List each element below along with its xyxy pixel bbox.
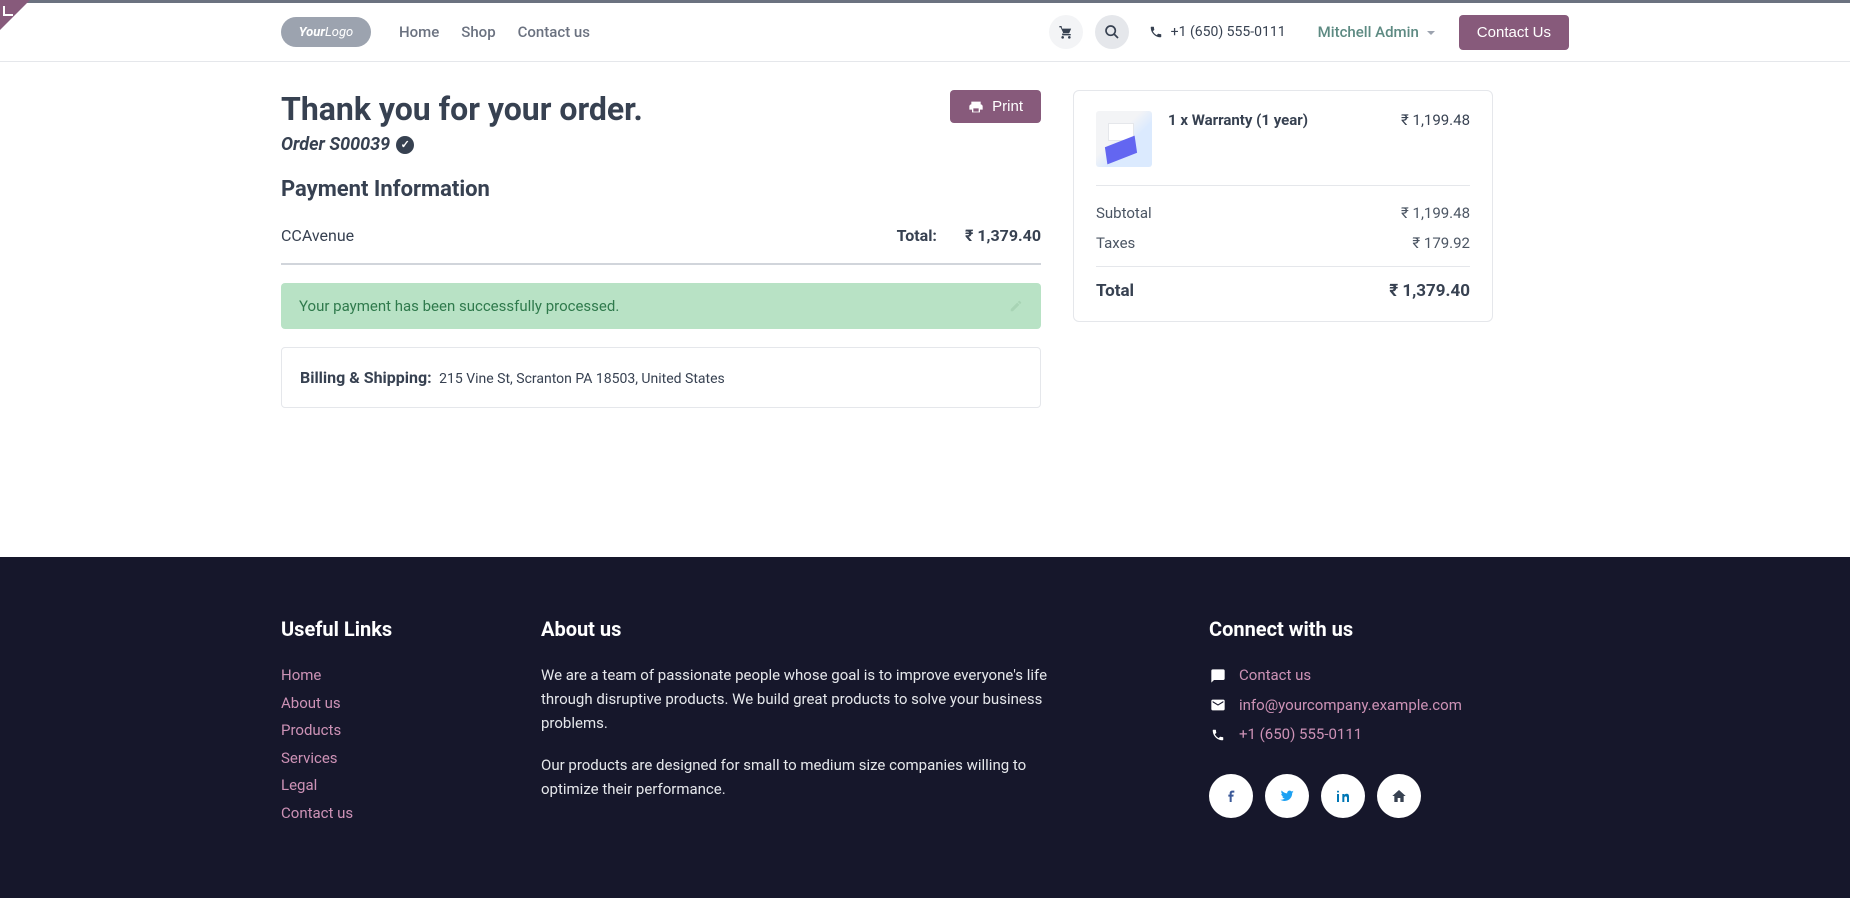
item-name: 1 x Warranty (1 year) — [1168, 111, 1385, 129]
item-thumbnail — [1096, 111, 1152, 167]
home-icon[interactable] — [1377, 774, 1421, 818]
about-paragraph-2: Our products are designed for small to m… — [541, 753, 1061, 801]
order-number: Order S00039 ✓ — [281, 134, 643, 155]
footer-phone[interactable]: +1 (650) 555-0111 — [1239, 722, 1362, 748]
payment-total-label: Total: — [897, 226, 937, 245]
subtotal-value: ₹ 1,199.48 — [1401, 204, 1470, 222]
order-item: 1 x Warranty (1 year) ₹ 1,199.48 — [1096, 111, 1470, 186]
search-icon[interactable] — [1095, 15, 1129, 49]
linkedin-icon[interactable] — [1321, 774, 1365, 818]
success-alert: Your payment has been successfully proce… — [281, 283, 1041, 329]
about-paragraph-1: We are a team of passionate people whose… — [541, 663, 1061, 735]
shipping-label: Billing & Shipping: — [300, 368, 432, 387]
taxes-line: Taxes ₹ 179.92 — [1096, 228, 1470, 258]
footer-link-services[interactable]: Services — [281, 749, 338, 767]
item-price: ₹ 1,199.48 — [1401, 111, 1470, 129]
nav-link-contact[interactable]: Contact us — [518, 23, 590, 41]
cart-icon[interactable] — [1049, 15, 1083, 49]
chevron-down-icon — [1423, 23, 1435, 41]
success-message: Your payment has been successfully proce… — [299, 297, 619, 315]
facebook-icon[interactable] — [1209, 774, 1253, 818]
footer-connect-heading: Connect with us — [1209, 617, 1569, 641]
total-label: Total — [1096, 281, 1134, 301]
user-menu[interactable]: Mitchell Admin — [1318, 23, 1435, 41]
print-button[interactable]: Print — [950, 90, 1041, 123]
check-icon: ✓ — [396, 136, 414, 154]
edit-corner-tab[interactable] — [0, 0, 30, 30]
payment-heading: Payment Information — [281, 177, 1041, 202]
payment-total-value: ₹ 1,379.40 — [965, 226, 1041, 245]
footer-links-heading: Useful Links — [281, 617, 501, 641]
taxes-label: Taxes — [1096, 234, 1135, 252]
total-line: Total ₹ 1,379.40 — [1096, 266, 1470, 301]
total-value: ₹ 1,379.40 — [1389, 281, 1470, 301]
pencil-icon[interactable] — [1009, 299, 1023, 313]
nav-link-shop[interactable]: Shop — [461, 23, 495, 41]
phone-icon — [1149, 25, 1163, 39]
mail-icon — [1209, 697, 1227, 713]
footer-link-contact[interactable]: Contact us — [281, 804, 353, 822]
footer-link-legal[interactable]: Legal — [281, 776, 317, 794]
chat-icon — [1209, 668, 1227, 684]
shipping-address: 215 Vine St, Scranton PA 18503, United S… — [439, 371, 725, 387]
print-icon — [968, 99, 984, 115]
payment-row: CCAvenue Total: ₹ 1,379.40 — [281, 220, 1041, 265]
page-title: Thank you for your order. — [281, 90, 643, 128]
shipping-card: Billing & Shipping: 215 Vine St, Scranto… — [281, 347, 1041, 408]
subtotal-line: Subtotal ₹ 1,199.48 — [1096, 198, 1470, 228]
nav-link-home[interactable]: Home — [399, 23, 439, 41]
twitter-icon[interactable] — [1265, 774, 1309, 818]
footer-email[interactable]: info@yourcompany.example.com — [1239, 693, 1462, 719]
nav-phone: +1 (650) 555-0111 — [1149, 24, 1286, 40]
footer-contact-link[interactable]: Contact us — [1239, 663, 1311, 689]
taxes-value: ₹ 179.92 — [1412, 234, 1470, 252]
navbar: YourLogo Home Shop Contact us +1 (650) 5… — [0, 0, 1850, 62]
contact-us-button[interactable]: Contact Us — [1459, 15, 1569, 50]
phone-icon — [1209, 728, 1227, 742]
order-summary: 1 x Warranty (1 year) ₹ 1,199.48 Subtota… — [1073, 90, 1493, 322]
payment-method: CCAvenue — [281, 226, 354, 245]
footer-about-heading: About us — [541, 617, 1081, 641]
footer-link-about[interactable]: About us — [281, 694, 341, 712]
subtotal-label: Subtotal — [1096, 204, 1152, 222]
logo[interactable]: YourLogo — [281, 17, 371, 47]
nav-phone-number: +1 (650) 555-0111 — [1171, 24, 1286, 40]
footer: Useful Links Home About us Products Serv… — [0, 557, 1850, 898]
footer-link-home[interactable]: Home — [281, 666, 321, 684]
footer-link-products[interactable]: Products — [281, 721, 341, 739]
